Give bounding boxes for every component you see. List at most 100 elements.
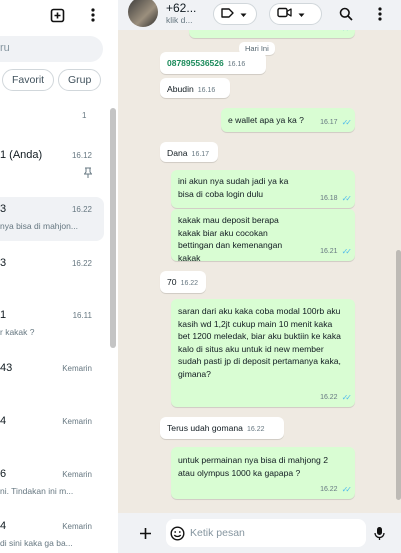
search-input[interactable]: ru [0, 36, 103, 62]
message-meta: 16.22 ✓✓ [320, 484, 353, 497]
message-time: 16.22 [246, 426, 265, 433]
message-time: 16.17 [320, 118, 338, 126]
chat-list-item[interactable]: 4 Kemarin di sini kaka ga ba... [0, 514, 104, 553]
chat-name: 3 [0, 257, 7, 269]
message-time: 16.22 [320, 485, 338, 493]
chat-name: 3 [0, 203, 7, 215]
chat-preview: di sini kaka ga ba... [0, 538, 73, 548]
chevron-down-icon [298, 5, 305, 23]
microphone-icon[interactable] [370, 524, 388, 542]
pin-icon [83, 167, 93, 181]
filter-chip-grup[interactable]: Grup [58, 69, 102, 91]
message-bubble-in: Abudin 16.16 [160, 78, 230, 98]
message-text: e wallet apa ya ka ? [228, 115, 304, 125]
chat-time: Kemarin [62, 364, 92, 373]
message-text: Abudin [167, 84, 194, 94]
message-meta: 16.21 ✓✓ [320, 246, 353, 259]
call-button[interactable] [269, 3, 322, 25]
labels-button[interactable] [213, 3, 257, 25]
chat-name: 4 [0, 520, 7, 532]
chip-label: Grup [68, 74, 92, 86]
message-text: untuk permainan nya bisa di mahjong 2 at… [178, 455, 329, 478]
chat-time: 16.11 [72, 311, 92, 320]
chat-list-panel: ru Favorit Grup 1 1 (Anda) 16.12 3 16.22… [0, 0, 119, 553]
chat-list-item[interactable]: 1 (Anda) 16.12 [0, 143, 104, 193]
chevron-down-icon [240, 5, 247, 23]
label-tag-icon [221, 5, 234, 23]
chat-list-item[interactable]: 6 Kemarin ni. Tindakan ini m... [0, 462, 104, 512]
message-time: 16.16 [197, 87, 216, 94]
search-icon[interactable] [337, 5, 355, 23]
message-text: kakak mau deposit berapa kakak biar aku … [178, 215, 283, 263]
message-bubble-out: ini akun nya sudah jadi ya ka bisa di co… [171, 170, 355, 208]
message-bubble-out: e wallet apa ya ka ? 16.17 ✓✓ [221, 108, 355, 132]
chat-preview: r kakak ? [0, 327, 35, 337]
menu-dots-icon[interactable] [371, 5, 389, 23]
chat-time: Kemarin [62, 470, 92, 479]
chat-list-item[interactable]: 3 16.22 [0, 251, 104, 301]
message-bubble-out: kakak mau deposit berapa kakak biar aku … [171, 209, 355, 263]
chat-time: Kemarin [62, 522, 92, 531]
message-text: saran dari aku kaka coba modal 100rb aku… [178, 306, 341, 379]
message-meta: 16.17 ✓✓ [320, 117, 353, 130]
message-bubble-in: Dana 16.17 [160, 142, 218, 162]
message-bubble-in: 087895536526 16.16 [160, 52, 266, 74]
message-time: 16.21 [320, 247, 338, 255]
new-chat-icon[interactable] [48, 6, 66, 24]
message-time: 16.22 [320, 393, 338, 401]
message-placeholder: Ketik pesan [190, 527, 245, 539]
chat-list-scrollbar[interactable] [110, 108, 116, 348]
sidebar-actions [48, 6, 102, 24]
message-bubble-in: Terus udah gomana 16.22 [160, 417, 284, 439]
chat-name: 43 [0, 362, 13, 374]
chip-label: Favorit [12, 74, 45, 86]
chat-list-item[interactable]: 4 Kemarin [0, 409, 104, 459]
chat-list-item[interactable]: 43 Kemarin [0, 356, 104, 406]
contact-avatar[interactable] [128, 0, 158, 27]
attach-plus-icon[interactable] [136, 524, 154, 542]
contact-subtitle: klik d... [166, 15, 193, 25]
message-text: Terus udah gomana [167, 423, 243, 433]
message-time: 16.17 [191, 151, 210, 158]
read-receipt-icon: ✓✓ [341, 193, 353, 203]
phone-number-link[interactable]: 087895536526 [167, 58, 224, 68]
read-receipt-icon: ✓✓ [341, 246, 353, 256]
contact-name: +62... [166, 1, 197, 15]
read-receipt-icon: ✓✓ [341, 117, 353, 127]
unread-count: 1 [82, 111, 87, 120]
read-receipt-icon: ✓✓ [341, 392, 353, 402]
chat-name: 1 [0, 309, 7, 321]
chat-preview: nya bisa di mahjon... [0, 221, 78, 231]
conversation-panel: 16.15✓✓ +62... klik d... [118, 0, 401, 553]
message-time: 16.22 [180, 280, 199, 287]
chat-time: Kemarin [62, 417, 92, 426]
chat-name: 1 (Anda) [0, 149, 43, 161]
search-text: ru [0, 42, 10, 54]
chat-name: 4 [0, 415, 7, 427]
message-meta: 16.22 ✓✓ [320, 392, 353, 405]
message-composer: Ketik pesan [118, 513, 401, 553]
message-text: 70 [167, 277, 177, 287]
message-text: ini akun nya sudah jadi ya ka bisa di co… [178, 176, 289, 199]
message-time: 16.18 [320, 194, 338, 202]
message-text: Dana [167, 148, 188, 158]
message-time: 16.16 [227, 61, 246, 68]
message-input[interactable]: Ketik pesan [166, 519, 366, 547]
chat-time: 16.12 [71, 151, 92, 160]
emoji-icon[interactable] [168, 524, 186, 542]
message-bubble-out: saran dari aku kaka coba modal 100rb aku… [171, 299, 355, 407]
chat-time: 16.22 [71, 205, 92, 214]
chat-name: 6 [0, 468, 7, 480]
video-call-icon [277, 5, 292, 23]
menu-dots-icon[interactable] [84, 6, 102, 24]
filter-chip-favorit[interactable]: Favorit [2, 69, 55, 91]
chat-time: 16.22 [71, 259, 92, 268]
chat-header[interactable]: +62... klik d... [118, 0, 401, 30]
message-meta: 16.18 ✓✓ [320, 193, 353, 206]
chat-list-item-selected[interactable]: 3 16.22 nya bisa di mahjon... [0, 197, 104, 241]
chat-preview: ni. Tindakan ini m... [0, 486, 74, 496]
read-receipt-icon: ✓✓ [341, 484, 353, 494]
conversation-scrollbar[interactable] [396, 250, 401, 500]
message-bubble-in: 70 16.22 [160, 271, 206, 293]
chat-list-item[interactable]: 1 16.11 r kakak ? [0, 303, 104, 353]
